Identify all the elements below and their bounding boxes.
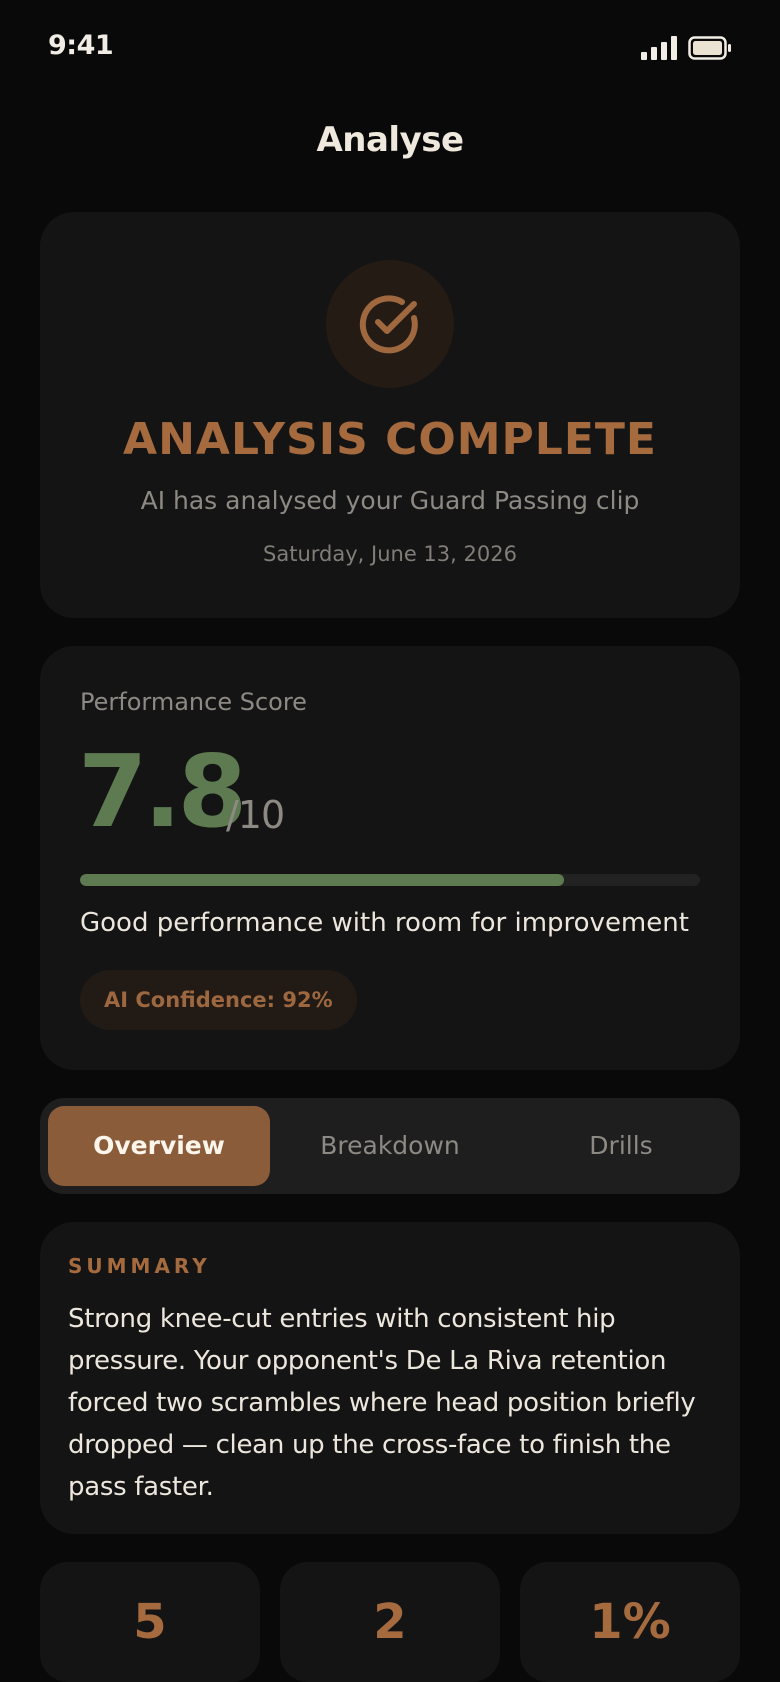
stat-value: 5: [133, 1594, 167, 1650]
status-time: 9:41: [48, 30, 114, 61]
score-progress-fill: [80, 874, 564, 886]
tab-breakdown[interactable]: Breakdown: [279, 1106, 501, 1186]
summary-text: Strong knee-cut entries with consistent …: [68, 1304, 696, 1502]
tab-drills[interactable]: Drills: [510, 1106, 732, 1186]
performance-score-card: Performance Score 7.8 /10 Good performan…: [40, 646, 740, 1070]
analysis-subtitle: AI has analysed your Guard Passing clip: [140, 486, 640, 515]
signal-icon: [641, 36, 679, 60]
analysis-date: Saturday, June 13, 2026: [263, 542, 517, 566]
score-value: 7.8: [78, 733, 247, 850]
stat-card: 2: [280, 1562, 500, 1682]
summary-label: SUMMARY: [68, 1254, 211, 1278]
page-title: Analyse: [316, 120, 464, 160]
tab-overview[interactable]: Overview: [48, 1106, 270, 1186]
summary-card: SUMMARY Strong knee-cut entries with con…: [40, 1222, 740, 1534]
stat-card: 5: [40, 1562, 260, 1682]
score-progress-bar: [80, 874, 700, 886]
check-circle-icon: [359, 295, 418, 354]
confidence-badge: AI Confidence: 92%: [80, 970, 357, 1030]
tab-bar: Overview Breakdown Drills: [40, 1098, 740, 1194]
status-bar: 9:41: [0, 0, 780, 96]
analysis-complete-title: ANALYSIS COMPLETE: [123, 414, 657, 465]
battery-icon: [688, 36, 731, 60]
analysis-complete-card: ANALYSIS COMPLETE AI has analysed your G…: [40, 212, 740, 618]
score-label: Performance Score: [80, 688, 307, 716]
stat-value: 1%: [589, 1594, 671, 1650]
stat-card: 1%: [520, 1562, 740, 1682]
check-circle-icon-container: [326, 260, 454, 388]
score-max: /10: [226, 793, 285, 837]
stat-value: 2: [373, 1594, 407, 1650]
score-description: Good performance with room for improveme…: [80, 908, 689, 938]
